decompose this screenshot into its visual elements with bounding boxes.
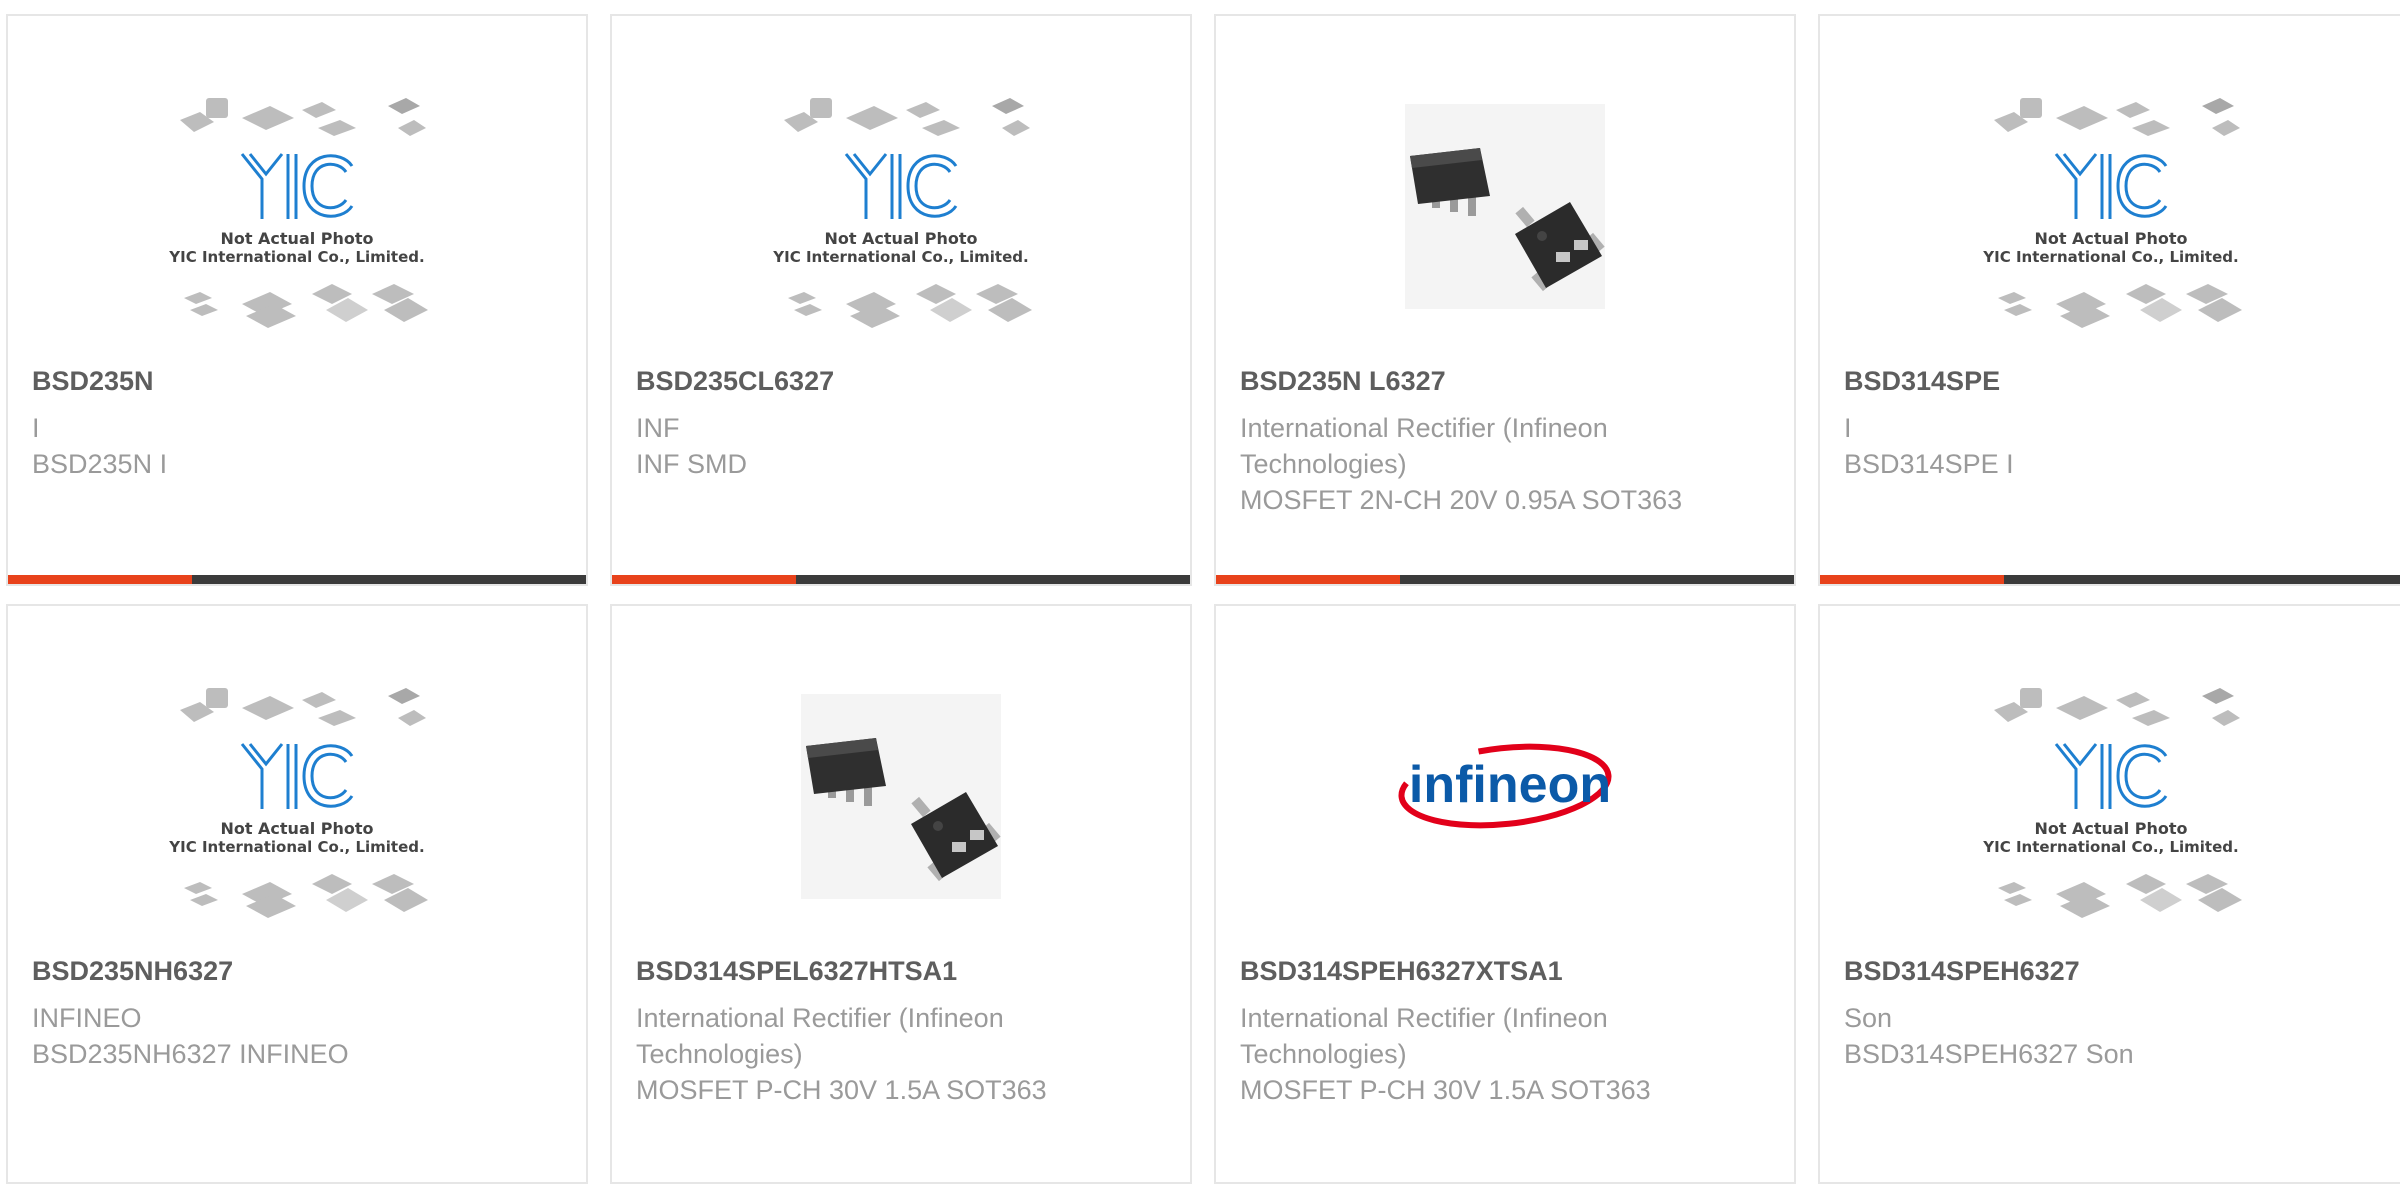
product-info: I BSD235N I bbox=[32, 410, 550, 482]
product-brand: INF bbox=[636, 413, 680, 443]
placeholder-line2: YIC International Co., Limited. bbox=[1982, 838, 2238, 856]
product-card[interactable]: Not Actual Photo YIC International Co., … bbox=[1818, 14, 2400, 586]
placeholder-line2: YIC International Co., Limited. bbox=[168, 248, 424, 266]
product-name[interactable]: BSD235NH6327 bbox=[32, 956, 562, 987]
placeholder-line1: Not Actual Photo bbox=[220, 229, 373, 248]
product-brand: Son bbox=[1844, 1003, 1893, 1033]
placeholder-line1: Not Actual Photo bbox=[2034, 229, 2187, 248]
product-card[interactable]: BSD235N L6327 International Rectifier (I… bbox=[1214, 14, 1796, 586]
card-bar-accent bbox=[1216, 575, 1400, 584]
placeholder-line1: Not Actual Photo bbox=[220, 819, 373, 838]
product-info: I BSD314SPE I bbox=[1844, 410, 2380, 482]
placeholder-line1: Not Actual Photo bbox=[824, 229, 977, 248]
placeholder-line2: YIC International Co., Limited. bbox=[772, 248, 1028, 266]
product-description: BSD235NH6327 INFINEO bbox=[32, 1039, 349, 1069]
product-brand: International Rectifier (Infineon Techno… bbox=[1240, 1003, 1608, 1069]
product-info: INF INF SMD bbox=[636, 410, 1154, 482]
product-brand: International Rectifier (Infineon Techno… bbox=[636, 1003, 1004, 1069]
product-description: BSD314SPE I bbox=[1844, 449, 2014, 479]
product-name[interactable]: BSD235N bbox=[32, 366, 562, 397]
product-info: International Rectifier (Infineon Techno… bbox=[1240, 410, 1758, 518]
product-card[interactable]: Not Actual Photo YIC International Co., … bbox=[610, 14, 1192, 586]
infineon-logo-text: infineon bbox=[1409, 756, 1611, 814]
infineon-logo: infineon bbox=[1370, 674, 1640, 938]
product-brand: International Rectifier (Infineon Techno… bbox=[1240, 413, 1608, 479]
product-description: BSD235N I bbox=[32, 449, 168, 479]
product-name[interactable]: BSD314SPEL6327HTSA1 bbox=[636, 956, 1166, 987]
product-name[interactable]: BSD314SPE bbox=[1844, 366, 2392, 397]
product-info: International Rectifier (Infineon Techno… bbox=[636, 1000, 1154, 1108]
card-bar-accent bbox=[1820, 575, 2004, 584]
product-name[interactable]: BSD314SPEH6327 bbox=[1844, 956, 2392, 987]
card-bottom-bar bbox=[1216, 575, 1794, 584]
product-brand: INFINEO bbox=[32, 1003, 142, 1033]
product-name[interactable]: BSD235CL6327 bbox=[636, 366, 1166, 397]
product-card[interactable]: Not Actual Photo YIC International Co., … bbox=[1818, 604, 2400, 1184]
product-image-chip-photo bbox=[1370, 84, 1640, 348]
product-image-placeholder: Not Actual Photo YIC International Co., … bbox=[162, 84, 432, 348]
product-brand: I bbox=[32, 413, 40, 443]
product-image-placeholder: Not Actual Photo YIC International Co., … bbox=[1976, 84, 2246, 348]
product-brand: I bbox=[1844, 413, 1852, 443]
product-image-placeholder: Not Actual Photo YIC International Co., … bbox=[162, 674, 432, 938]
placeholder-line2: YIC International Co., Limited. bbox=[168, 838, 424, 856]
placeholder-line1: Not Actual Photo bbox=[2034, 819, 2187, 838]
product-name[interactable]: BSD314SPEH6327XTSA1 bbox=[1240, 956, 1770, 987]
product-info: International Rectifier (Infineon Techno… bbox=[1240, 1000, 1758, 1108]
product-description: MOSFET 2N-CH 20V 0.95A SOT363 bbox=[1240, 485, 1683, 515]
product-card[interactable]: Not Actual Photo YIC International Co., … bbox=[6, 604, 588, 1184]
product-card[interactable]: infineon BSD314SPEH6327XTSA1 Internation… bbox=[1214, 604, 1796, 1184]
product-description: MOSFET P-CH 30V 1.5A SOT363 bbox=[1240, 1075, 1651, 1105]
product-image-placeholder: Not Actual Photo YIC International Co., … bbox=[1976, 674, 2246, 938]
product-name[interactable]: BSD235N L6327 bbox=[1240, 366, 1770, 397]
product-description: MOSFET P-CH 30V 1.5A SOT363 bbox=[636, 1075, 1047, 1105]
product-grid: Not Actual Photo YIC International Co., … bbox=[0, 0, 2400, 1184]
product-info: Son BSD314SPEH6327 Son bbox=[1844, 1000, 2380, 1072]
placeholder-line2: YIC International Co., Limited. bbox=[1982, 248, 2238, 266]
product-description: BSD314SPEH6327 Son bbox=[1844, 1039, 2134, 1069]
product-image-placeholder: Not Actual Photo YIC International Co., … bbox=[766, 84, 1036, 348]
card-bar-accent bbox=[8, 575, 192, 584]
product-info: INFINEO BSD235NH6327 INFINEO bbox=[32, 1000, 550, 1072]
card-bar-accent bbox=[612, 575, 796, 584]
card-bottom-bar bbox=[8, 575, 586, 584]
product-description: INF SMD bbox=[636, 449, 747, 479]
product-card[interactable]: BSD314SPEL6327HTSA1 International Rectif… bbox=[610, 604, 1192, 1184]
product-card[interactable]: Not Actual Photo YIC International Co., … bbox=[6, 14, 588, 586]
card-bottom-bar bbox=[612, 575, 1190, 584]
card-bottom-bar bbox=[1820, 575, 2400, 584]
product-image-chip-photo bbox=[766, 674, 1036, 938]
